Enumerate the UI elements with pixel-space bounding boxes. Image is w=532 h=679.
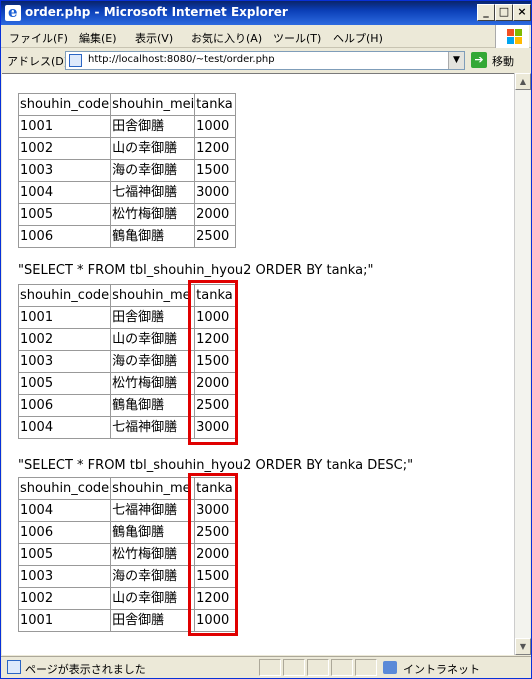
menu-tools[interactable]: ツール(T) <box>273 30 321 46</box>
status-panel <box>331 659 353 676</box>
menu-help[interactable]: ヘルプ(H) <box>333 30 383 46</box>
name-cell: 松竹梅御膳 <box>110 203 196 226</box>
price-cell: 1000 <box>194 115 237 138</box>
header-cell: shouhin_me <box>110 477 196 500</box>
header-cell: shouhin_mei <box>110 93 196 116</box>
table-row: 1001 田舎御膳 1000 <box>17 115 237 138</box>
header-cell: shouhin_code <box>17 284 112 307</box>
menu-favorites[interactable]: お気に入り(A) <box>191 30 262 46</box>
price-cell: 2000 <box>194 203 237 226</box>
address-label: アドレス(D) <box>7 55 69 68</box>
table-header-row: shouhin_code shouhin_mei tanka <box>17 93 237 116</box>
page-content: shouhin_code shouhin_mei tanka 1001 田舎御膳 1… <box>2 73 514 655</box>
go-button[interactable]: ➔ 移動 <box>471 52 527 69</box>
header-cell: shouhin_code <box>17 93 112 116</box>
address-input[interactable]: http://localhost:8080/~test/order.php ▼ <box>65 51 465 70</box>
status-panel <box>259 659 281 676</box>
page-done-icon <box>7 660 21 674</box>
header-cell: shouhin_code <box>17 477 112 500</box>
status-bar: ページが表示されました イントラネット <box>1 656 531 678</box>
scroll-up-icon[interactable]: ▲ <box>515 73 531 90</box>
intranet-zone-icon <box>383 661 397 674</box>
code-cell: 1004 <box>17 181 112 204</box>
name-cell: 海の幸御膳 <box>110 159 196 182</box>
table-row: 1006 鶴亀御膳 2500 <box>17 225 237 248</box>
code-cell: 1001 <box>17 609 112 632</box>
address-bar: アドレス(D) http://localhost:8080/~test/orde… <box>1 49 531 72</box>
price-cell: 1500 <box>194 159 237 182</box>
go-label: 移動 <box>492 55 514 68</box>
price-cell: 3000 <box>194 181 237 204</box>
security-zone-label: イントラネット <box>403 663 480 676</box>
window-title: order.php - Microsoft Internet Explorer <box>25 5 288 19</box>
status-panel <box>283 659 305 676</box>
address-dropdown-icon[interactable]: ▼ <box>448 52 464 69</box>
status-text: ページが表示されました <box>25 663 146 676</box>
product-table-unsorted: shouhin_code shouhin_mei tanka 1001 田舎御膳 1… <box>17 93 237 248</box>
menu-bar: ファイル(F) 編集(E) 表示(V) お気に入り(A) ツール(T) ヘルプ(… <box>1 26 531 48</box>
header-cell: shouhin_me <box>110 284 196 307</box>
name-cell: 田舎御膳 <box>110 609 196 632</box>
status-panel <box>355 659 377 676</box>
minimize-button[interactable]: _ <box>477 4 495 21</box>
page-icon <box>69 54 82 67</box>
table-row: 1004 七福神御膳 3000 <box>17 181 237 204</box>
code-cell: 1001 <box>17 306 112 329</box>
name-cell: 鶴亀御膳 <box>110 521 196 544</box>
name-cell: 山の幸御膳 <box>110 328 196 351</box>
code-cell: 1004 <box>17 416 112 439</box>
name-cell: 松竹梅御膳 <box>110 372 196 395</box>
status-panel <box>307 659 329 676</box>
name-cell: 七福神御膳 <box>110 416 196 439</box>
price-cell: 1200 <box>194 137 237 160</box>
name-cell: 海の幸御膳 <box>110 350 196 373</box>
code-cell: 1002 <box>17 587 112 610</box>
header-cell: tanka <box>194 93 237 116</box>
code-cell: 1003 <box>17 159 112 182</box>
table-row: 1003 海の幸御膳 1500 <box>17 159 237 182</box>
ie-icon <box>5 3 21 21</box>
code-cell: 1005 <box>17 203 112 226</box>
scroll-down-icon[interactable]: ▼ <box>515 638 531 655</box>
maximize-button[interactable]: □ <box>495 4 513 21</box>
code-cell: 1006 <box>17 521 112 544</box>
vertical-scrollbar[interactable]: ▲ ▼ <box>514 73 531 655</box>
name-cell: 山の幸御膳 <box>110 587 196 610</box>
name-cell: 鶴亀御膳 <box>110 394 196 417</box>
name-cell: 七福神御膳 <box>110 499 196 522</box>
title-bar: order.php - Microsoft Internet Explorer … <box>1 1 531 25</box>
table-row: 1005 松竹梅御膳 2000 <box>17 203 237 226</box>
code-cell: 1001 <box>17 115 112 138</box>
name-cell: 山の幸御膳 <box>110 137 196 160</box>
browser-window: order.php - Microsoft Internet Explorer … <box>0 0 532 679</box>
code-cell: 1002 <box>17 328 112 351</box>
go-arrow-icon: ➔ <box>471 52 487 68</box>
name-cell: 松竹梅御膳 <box>110 543 196 566</box>
code-cell: 1004 <box>17 499 112 522</box>
code-cell: 1003 <box>17 350 112 373</box>
query-caption-desc: "SELECT * FROM tbl_shouhin_hyou2 ORDER B… <box>18 458 414 473</box>
name-cell: 田舎御膳 <box>110 306 196 329</box>
code-cell: 1002 <box>17 137 112 160</box>
code-cell: 1005 <box>17 372 112 395</box>
close-button[interactable]: × <box>513 4 531 21</box>
address-url[interactable]: http://localhost:8080/~test/order.php <box>88 54 275 65</box>
tanka-highlight-box <box>188 473 238 636</box>
menu-file[interactable]: ファイル(F) <box>9 30 68 46</box>
name-cell: 鶴亀御膳 <box>110 225 196 248</box>
code-cell: 1005 <box>17 543 112 566</box>
table-row: 1002 山の幸御膳 1200 <box>17 137 237 160</box>
menu-edit[interactable]: 編集(E) <box>79 30 117 46</box>
price-cell: 2500 <box>194 225 237 248</box>
query-caption-asc: "SELECT * FROM tbl_shouhin_hyou2 ORDER B… <box>18 263 374 278</box>
name-cell: 七福神御膳 <box>110 181 196 204</box>
tanka-highlight-box <box>188 280 238 445</box>
code-cell: 1006 <box>17 394 112 417</box>
name-cell: 海の幸御膳 <box>110 565 196 588</box>
code-cell: 1006 <box>17 225 112 248</box>
name-cell: 田舎御膳 <box>110 115 196 138</box>
code-cell: 1003 <box>17 565 112 588</box>
windows-logo-icon <box>495 25 529 48</box>
menu-view[interactable]: 表示(V) <box>135 30 173 46</box>
